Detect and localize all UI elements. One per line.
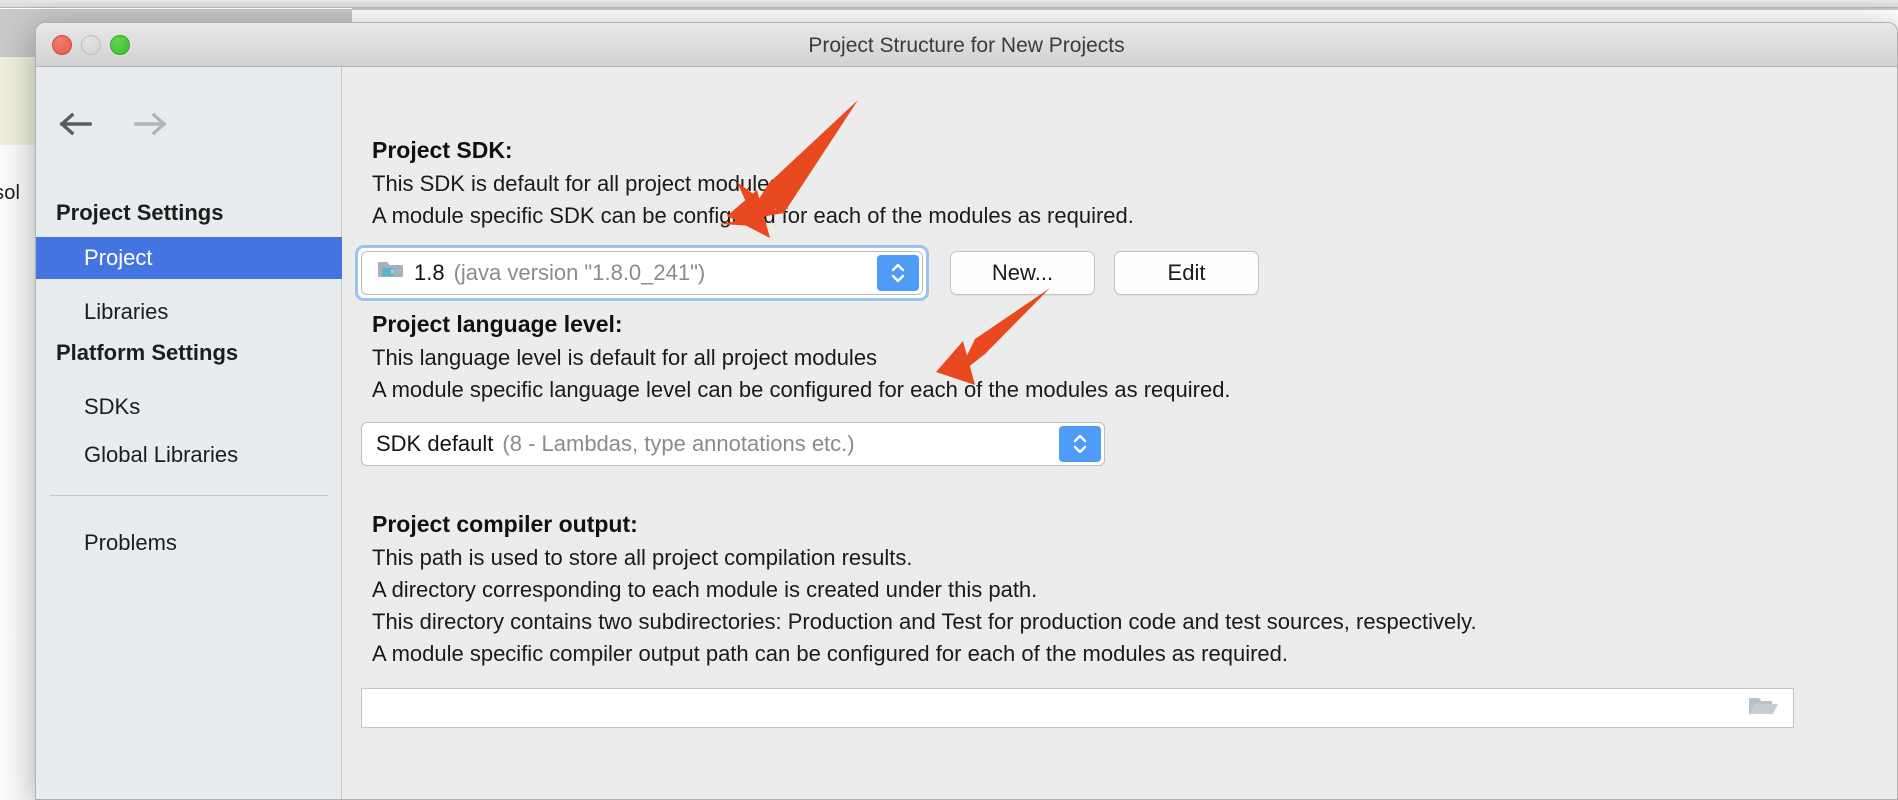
back-button[interactable] [58,111,100,137]
project-sdk-combo[interactable]: 1.8 (java version "1.8.0_241") [361,251,923,295]
language-level-stepper[interactable] [1059,426,1101,462]
sidebar-separator [50,495,328,496]
arrow-left-icon [59,112,92,136]
stepper-up-down-icon [1073,434,1087,454]
language-level-combo[interactable]: SDK default (8 - Lambdas, type annotatio… [361,422,1105,466]
project-sdk-combo-content: 1.8 (java version "1.8.0_241") [362,257,877,290]
sidebar-item-project[interactable]: Project [36,237,342,279]
new-sdk-button[interactable]: New... [950,251,1095,295]
project-language-level-description-line-1: This language level is default for all p… [372,345,878,370]
edit-sdk-button[interactable]: Edit [1114,251,1259,295]
project-sdk-description-line-2: A module specific SDK can be configured … [372,203,1134,228]
compiler-output-path-field[interactable] [361,688,1794,728]
background-toolbar [0,0,1898,8]
project-compiler-output-description-line-1: This path is used to store all project c… [372,545,913,570]
dialog-titlebar[interactable]: Project Structure for New Projects [36,23,1897,67]
project-structure-dialog: Project Structure for New Projects Proje… [35,22,1898,800]
sidebar-item-libraries[interactable]: Libraries [84,291,168,333]
sidebar-group-heading-project-settings: Project Settings [56,200,224,225]
sidebar-item-problems[interactable]: Problems [84,522,177,564]
project-sdk-detail: (java version "1.8.0_241") [453,260,706,285]
java-sdk-folder-icon [376,257,406,290]
language-level-detail: (8 - Lambdas, type annotations etc.) [502,431,855,456]
sidebar-group-heading-platform-settings: Platform Settings [56,340,239,365]
dialog-title: Project Structure for New Projects [808,34,1125,57]
sidebar-item-sdks[interactable]: SDKs [84,386,140,428]
background-partial-text: sol [0,182,21,204]
project-compiler-output-description-line-4: A module specific compiler output path c… [372,641,1288,666]
project-language-level-description-line-2: A module specific language level can be … [372,377,1231,402]
stepper-up-down-icon [891,263,905,283]
sidebar-nav [58,111,174,137]
sidebar-item-global-libraries[interactable]: Global Libraries [84,434,238,476]
project-compiler-output-description-line-3: This directory contains two subdirectori… [372,609,1477,634]
open-folder-icon[interactable] [1747,694,1779,723]
dialog-body: Project Settings Project Libraries Platf… [36,67,1897,799]
language-level-value: SDK default [376,431,494,456]
project-sdk-stepper[interactable] [877,255,919,291]
project-sdk-description-line-1: This SDK is default for all project modu… [372,171,787,196]
arrow-right-icon [134,112,167,136]
project-sdk-value: 1.8 [414,260,445,285]
project-sdk-heading: Project SDK: [372,137,513,163]
language-level-combo-content: SDK default (8 - Lambdas, type annotatio… [362,431,1059,457]
project-compiler-output-heading: Project compiler output: [372,511,638,537]
forward-button[interactable] [132,111,174,137]
settings-main-panel: Project SDK: This SDK is default for all… [342,67,1897,799]
project-compiler-output-description-line-2: A directory corresponding to each module… [372,577,1038,602]
settings-sidebar: Project Settings Project Libraries Platf… [36,67,342,799]
project-language-level-heading: Project language level: [372,311,623,337]
